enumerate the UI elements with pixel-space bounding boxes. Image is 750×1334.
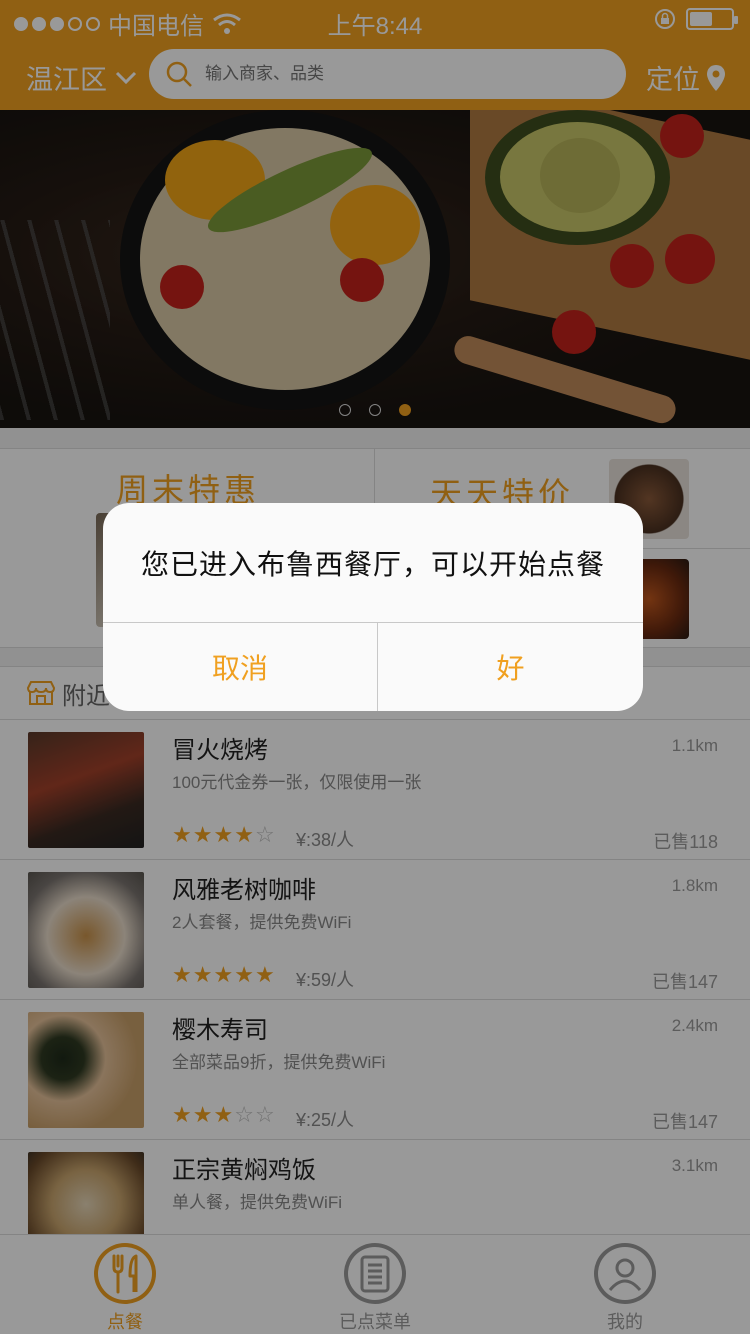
ok-button[interactable]: 好 <box>378 623 643 711</box>
dialog-message: 您已进入布鲁西餐厅，可以开始点餐 <box>140 549 605 580</box>
alert-dialog: 您已进入布鲁西餐厅，可以开始点餐 取消 好 <box>103 503 643 711</box>
cancel-button[interactable]: 取消 <box>103 623 377 711</box>
